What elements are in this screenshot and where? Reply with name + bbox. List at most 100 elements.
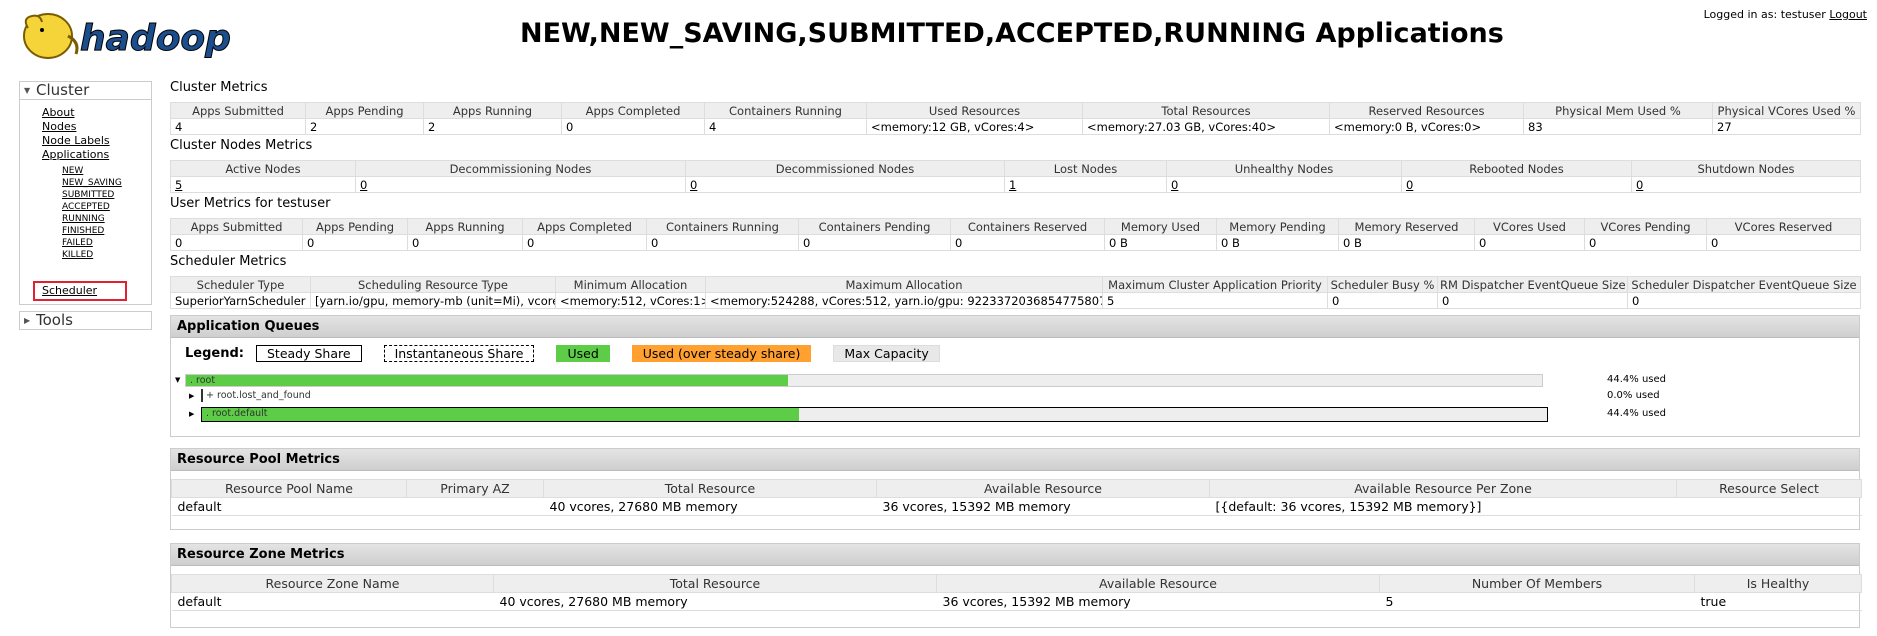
table-header[interactable]: Apps Completed: [561, 102, 705, 119]
table-cell: 0: [685, 176, 1005, 193]
nav-app-accepted[interactable]: ACCEPTED: [62, 202, 110, 212]
header: hadoop NEW,NEW_SAVING,SUBMITTED,ACCEPTED…: [0, 0, 1877, 78]
nav-app-new[interactable]: NEW: [62, 166, 83, 176]
decommissioned-nodes-link[interactable]: 0: [690, 178, 697, 192]
table-header[interactable]: RM Dispatcher EventQueue Size: [1437, 276, 1628, 293]
table-header[interactable]: Available Resource Per Zone: [1209, 479, 1677, 498]
queue-bar-root[interactable]: . root: [185, 374, 1543, 387]
lost-nodes-link[interactable]: 1: [1009, 178, 1016, 192]
legend-instantaneous-share: Instantaneous Share: [383, 344, 535, 362]
nav-app-submitted[interactable]: SUBMITTED: [62, 190, 114, 200]
table-header[interactable]: Apps Submitted: [170, 102, 306, 119]
table-header[interactable]: Containers Pending: [798, 218, 951, 235]
table-header[interactable]: Scheduler Busy %: [1327, 276, 1438, 293]
table-header[interactable]: Containers Reserved: [950, 218, 1105, 235]
nav-app-new-saving[interactable]: NEW_SAVING: [62, 178, 122, 188]
table-header[interactable]: Apps Running: [407, 218, 523, 235]
resource-zone-metrics-title: Resource Zone Metrics: [171, 544, 1859, 566]
unhealthy-nodes-link[interactable]: 0: [1171, 178, 1178, 192]
table-row: SuperiorYarnScheduler [yarn.io/gpu, memo…: [170, 292, 1861, 309]
table-header[interactable]: Resource Select: [1676, 479, 1862, 498]
queue-bar-default[interactable]: . root.default: [201, 407, 1548, 422]
table-header[interactable]: Apps Completed: [522, 218, 647, 235]
table-header[interactable]: Maximum Cluster Application Priority: [1102, 276, 1328, 293]
table-header[interactable]: Used Resources: [866, 102, 1083, 119]
table-cell: 4: [170, 118, 306, 135]
table-cell: 0: [407, 234, 523, 251]
table-header[interactable]: Memory Reserved: [1338, 218, 1475, 235]
table-header[interactable]: Apps Running: [423, 102, 562, 119]
collapse-triangle-icon[interactable]: ▶: [189, 392, 194, 400]
table-header[interactable]: Memory Used: [1104, 218, 1217, 235]
table-header[interactable]: Scheduling Resource Type: [310, 276, 556, 293]
table-header[interactable]: Resource Zone Name: [171, 574, 494, 593]
active-nodes-link[interactable]: 5: [175, 178, 182, 192]
table-cell: 0: [950, 234, 1105, 251]
table-cell: 0 B: [1338, 234, 1475, 251]
cluster-nav-header[interactable]: ▼ Cluster: [19, 81, 152, 100]
queue-legend: Legend: Steady Share Instantaneous Share…: [185, 344, 962, 362]
table-header[interactable]: Memory Pending: [1216, 218, 1339, 235]
table-header[interactable]: Physical Mem Used %: [1523, 102, 1713, 119]
table-header[interactable]: Physical VCores Used %: [1712, 102, 1861, 119]
table-header[interactable]: Decommissioned Nodes: [685, 160, 1005, 177]
table-header[interactable]: Decommissioning Nodes: [355, 160, 686, 177]
table-header[interactable]: Apps Pending: [305, 102, 424, 119]
table-header[interactable]: Available Resource: [876, 479, 1210, 498]
table-header[interactable]: Containers Running: [704, 102, 867, 119]
nav-app-finished[interactable]: FINISHED: [62, 226, 104, 236]
table-header[interactable]: Scheduler Type: [170, 276, 311, 293]
table-header[interactable]: Total Resource: [493, 574, 937, 593]
table-cell: 27: [1712, 118, 1861, 135]
table-header[interactable]: VCores Used: [1474, 218, 1585, 235]
resource-zone-table: Resource Zone Name Total Resource Availa…: [171, 574, 1862, 611]
table-header[interactable]: Apps Pending: [302, 218, 408, 235]
nav-app-failed[interactable]: FAILED: [62, 238, 93, 248]
nav-scheduler[interactable]: Scheduler: [42, 284, 97, 297]
shutdown-nodes-link[interactable]: 0: [1636, 178, 1643, 192]
decommissioning-nodes-link[interactable]: 0: [360, 178, 367, 192]
hadoop-logo[interactable]: hadoop: [18, 6, 258, 66]
table-cell: [1676, 497, 1862, 516]
table-header[interactable]: Lost Nodes: [1004, 160, 1167, 177]
table-header[interactable]: Shutdown Nodes: [1631, 160, 1861, 177]
table-header[interactable]: Reserved Resources: [1329, 102, 1524, 119]
table-header[interactable]: Minimum Allocation: [555, 276, 706, 293]
nav-applications[interactable]: Applications: [42, 148, 109, 161]
nav-app-killed[interactable]: KILLED: [62, 250, 93, 260]
rebooted-nodes-link[interactable]: 0: [1406, 178, 1413, 192]
legend-label: Legend:: [185, 345, 244, 361]
table-header[interactable]: Available Resource: [936, 574, 1380, 593]
nav-about[interactable]: About: [42, 106, 75, 119]
table-header[interactable]: VCores Reserved: [1706, 218, 1861, 235]
table-header[interactable]: Apps Submitted: [170, 218, 303, 235]
table-cell: <memory:12 GB, vCores:4>: [866, 118, 1083, 135]
table-header[interactable]: Is Healthy: [1694, 574, 1862, 593]
nav-node-labels[interactable]: Node Labels: [42, 134, 110, 147]
table-header[interactable]: Primary AZ: [406, 479, 544, 498]
queue-name-lost-and-found: + root.lost_and_found: [206, 390, 311, 401]
table-cell: 40 vcores, 27680 MB memory: [493, 592, 937, 611]
collapse-triangle-icon[interactable]: ▶: [189, 410, 194, 418]
table-header[interactable]: Resource Pool Name: [171, 479, 407, 498]
legend-max-capacity: Max Capacity: [833, 344, 940, 362]
nav-nodes[interactable]: Nodes: [42, 120, 76, 133]
table-header-row: Active Nodes Decommissioning Nodes Decom…: [170, 160, 1861, 177]
table-header[interactable]: Unhealthy Nodes: [1166, 160, 1402, 177]
table-header[interactable]: Total Resource: [543, 479, 877, 498]
table-header[interactable]: Containers Running: [646, 218, 799, 235]
tools-nav-header[interactable]: ▶ Tools: [19, 311, 152, 330]
table-header[interactable]: Scheduler Dispatcher EventQueue Size: [1627, 276, 1861, 293]
table-header[interactable]: Number Of Members: [1379, 574, 1695, 593]
table-cell: 0: [1584, 234, 1707, 251]
table-header[interactable]: Maximum Allocation: [705, 276, 1103, 293]
table-header[interactable]: Rebooted Nodes: [1401, 160, 1632, 177]
table-header[interactable]: VCores Pending: [1584, 218, 1707, 235]
expand-triangle-icon[interactable]: ▼: [175, 376, 180, 384]
table-header[interactable]: Active Nodes: [170, 160, 356, 177]
logout-link[interactable]: Logout: [1829, 8, 1867, 21]
table-cell: 0: [1327, 292, 1438, 309]
table-header[interactable]: Total Resources: [1082, 102, 1330, 119]
nav-app-running[interactable]: RUNNING: [62, 214, 105, 224]
queue-row-lost-and-found[interactable]: + root.lost_and_found: [201, 389, 401, 403]
